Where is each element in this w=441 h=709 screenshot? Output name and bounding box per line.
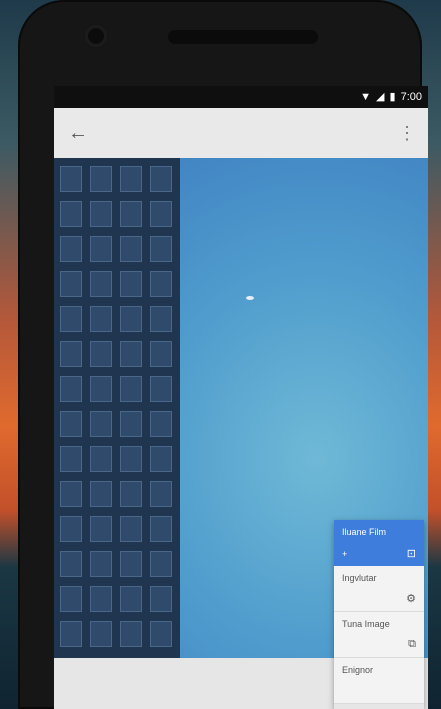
wifi-icon: ▼ [360,90,372,103]
building-window [120,201,142,227]
building-window [120,341,142,367]
building-window [150,376,172,402]
settings-icon: ⚙ [406,593,416,605]
app-bar: ← ⋮ [54,108,428,158]
building-window [60,446,82,472]
building-window [60,621,82,647]
building-window [90,481,112,507]
building-window [150,446,172,472]
menu-item-sub: + [342,549,348,559]
building-window [90,166,112,192]
building-window [60,271,82,297]
building-window [60,341,82,367]
building-window [150,271,172,297]
building-window [120,236,142,262]
building-window [60,481,82,507]
menu-item-label: Enignor [342,665,374,675]
phone-frame: ▼ ◢ ▮ 7:00 ← ⋮ Iluane Film + ⊡ Ingvlutar… [18,0,428,709]
building-window [120,376,142,402]
menu-item-ingvlutar[interactable]: Ingvlutar ⚙ [334,566,424,612]
building-window [120,586,142,612]
arrow-back-icon[interactable]: ← [68,122,88,145]
building-window [60,516,82,542]
building-window [150,621,172,647]
menu-item-label: Tuna Image [342,619,390,629]
building-window [90,201,112,227]
building-window [150,551,172,577]
signal-icon: ◢ [376,90,385,103]
building-window [150,411,172,437]
building-window [90,236,112,262]
building-window [60,376,82,402]
building-window [90,411,112,437]
building-window [60,236,82,262]
building-window [90,551,112,577]
building-window [120,621,142,647]
building-window [60,411,82,437]
building-window [120,271,142,297]
building-window [150,166,172,192]
menu-item-tuna-image[interactable]: Tuna Image ⧉ [334,612,424,658]
building-window [120,166,142,192]
building-window [150,201,172,227]
filter-menu: Iluane Film + ⊡ Ingvlutar ⚙ Tuna Image ⧉… [334,520,424,709]
menu-item-iluane-film[interactable]: Iluane Film + ⊡ [334,520,424,566]
building-window [90,341,112,367]
menu-item-label: Iluane Film [342,527,387,537]
device-screen: ▼ ◢ ▮ 7:00 ← ⋮ Iluane Film + ⊡ Ingvlutar… [54,86,428,709]
earpiece-speaker [168,30,318,44]
building-window [60,551,82,577]
building-window [60,586,82,612]
building-window [120,446,142,472]
building-window [90,621,112,647]
building-window [60,166,82,192]
building-window [60,201,82,227]
building-window [120,516,142,542]
image-icon: ⧉ [408,638,416,650]
more-vert-icon[interactable]: ⋮ [398,123,416,144]
building-window [90,306,112,332]
building-window [60,306,82,332]
building-image [54,158,180,658]
menu-item-label: Ingvlutar [342,573,377,583]
building-window [150,481,172,507]
building-window [150,341,172,367]
building-window [150,236,172,262]
building-window [120,411,142,437]
building-window [90,516,112,542]
building-window [90,376,112,402]
status-bar: ▼ ◢ ▮ 7:00 [54,86,428,108]
building-window [150,586,172,612]
building-window [150,516,172,542]
moon-image [246,296,254,300]
menu-item-enignor[interactable]: Enignor [334,658,424,704]
building-window [90,446,112,472]
building-window [120,306,142,332]
building-window [90,586,112,612]
battery-icon: ▮ [389,90,396,103]
building-window [120,551,142,577]
building-window [150,306,172,332]
status-time: 7:00 [400,91,422,103]
front-camera [88,28,104,44]
crop-icon: ⊡ [406,548,416,560]
building-window [120,481,142,507]
building-window [90,271,112,297]
